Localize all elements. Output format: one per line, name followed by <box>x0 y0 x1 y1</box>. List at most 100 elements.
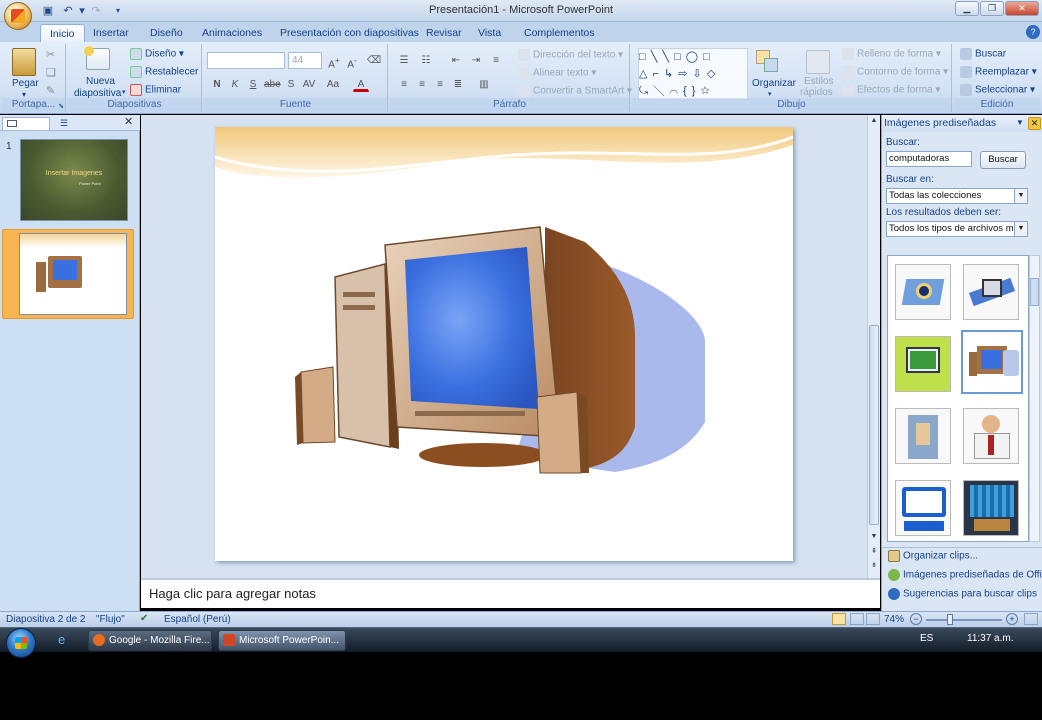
language-indicator[interactable]: Español (Perú) <box>164 614 231 625</box>
tab-vista[interactable]: Vista <box>469 24 510 42</box>
organize-clips-link[interactable]: Organizar clips... <box>888 550 978 562</box>
decrease-indent-icon[interactable]: ⇤ <box>448 52 464 68</box>
close-pane-icon[interactable]: ✕ <box>124 115 133 128</box>
align-center-icon[interactable]: ≡ <box>414 76 430 92</box>
copy-icon[interactable]: ❏ <box>46 66 56 79</box>
slide-vertical-scrollbar[interactable]: ▲ ▼ ⇞ ⇟ <box>867 115 880 580</box>
new-slide-label-1[interactable]: Nueva <box>86 76 115 87</box>
close-button[interactable]: ✕ <box>1005 1 1039 16</box>
shadow-icon[interactable]: S <box>283 76 299 92</box>
spellcheck-icon[interactable]: ✔ <box>140 613 148 624</box>
clip-result-7[interactable] <box>895 480 951 536</box>
font-color-icon[interactable]: A <box>353 76 369 92</box>
select-button[interactable]: Seleccionar ▾ <box>960 84 1035 96</box>
quick-styles-label-2[interactable]: rápidos <box>800 87 833 98</box>
shapes-gallery[interactable]: □ ╲ ╲ □ ◯ □ △ ⌐ ↳ ⇨ ⇩ ◇ ⤿ ╲ ⌒ { } ☆ <box>638 48 748 100</box>
task-pane-close-icon[interactable]: ✕ <box>1028 117 1041 130</box>
help-icon[interactable]: ? <box>1026 25 1040 39</box>
line-spacing-icon[interactable]: ≡ <box>488 52 504 68</box>
clip-result-6[interactable] <box>963 408 1019 464</box>
slide-canvas[interactable] <box>215 127 793 561</box>
tab-diseno[interactable]: Diseño <box>141 24 192 42</box>
zoom-slider-track[interactable] <box>926 619 1002 621</box>
replace-button[interactable]: Reemplazar ▾ <box>960 66 1037 78</box>
tab-outline[interactable]: ☰ <box>54 117 110 130</box>
arrange-icon[interactable] <box>756 50 782 74</box>
start-button[interactable] <box>6 628 36 658</box>
scroll-up-icon[interactable]: ▲ <box>869 117 879 127</box>
results-type-dropdown-icon[interactable]: ▼ <box>1014 222 1027 236</box>
font-name-combo[interactable] <box>207 52 285 69</box>
spacing-icon[interactable]: AV <box>301 76 317 92</box>
zoom-slider-thumb[interactable] <box>947 614 953 625</box>
normal-view-icon[interactable] <box>832 613 846 625</box>
redo-icon[interactable]: ↷ <box>88 3 104 18</box>
minimize-button[interactable]: ▁ <box>955 1 979 16</box>
system-clock[interactable]: 11:37 a.m. <box>967 633 1014 644</box>
tab-revisar[interactable]: Revisar <box>417 24 471 42</box>
clip-result-1[interactable] <box>895 264 951 320</box>
tab-presentacion[interactable]: Presentación con diapositivas <box>271 24 428 42</box>
slide-sorter-icon[interactable] <box>850 613 864 625</box>
delete-slide-button[interactable]: Eliminar <box>130 84 181 96</box>
fit-to-window-icon[interactable] <box>1024 613 1038 625</box>
office-clipart-link[interactable]: Imágenes prediseñadas de Office <box>888 569 1042 581</box>
office-button[interactable] <box>4 2 32 30</box>
clip-result-4-selected[interactable] <box>961 330 1023 394</box>
shape-outline-button[interactable]: Contorno de forma ▾ <box>842 66 948 78</box>
new-slide-dropdown-icon[interactable]: ▾ <box>122 88 126 96</box>
clear-format-icon[interactable]: ⌫ <box>366 52 382 68</box>
notes-pane[interactable]: Haga clic para agregar notas <box>141 578 880 608</box>
find-button[interactable]: Buscar <box>960 48 1006 60</box>
taskbar-firefox[interactable]: Google - Mozilla Fire... <box>88 630 212 651</box>
zoom-level[interactable]: 74% <box>884 614 904 625</box>
shrink-font-icon[interactable]: A- <box>344 52 360 70</box>
taskbar-powerpoint[interactable]: Microsoft PowerPoin... <box>218 630 346 651</box>
gallery-scrollbar[interactable] <box>1029 255 1040 542</box>
shape-effects-button[interactable]: Efectos de forma ▾ <box>842 84 940 96</box>
task-pane-menu-icon[interactable]: ▼ <box>1016 118 1024 127</box>
font-size-combo[interactable]: 44 <box>288 52 322 69</box>
clip-result-5[interactable] <box>895 408 951 464</box>
arrange-button[interactable]: Organizar <box>752 78 796 89</box>
search-in-select[interactable]: Todas las colecciones ▼ <box>886 188 1028 204</box>
grow-font-icon[interactable]: A+ <box>326 52 342 70</box>
slide-thumbnail-2[interactable] <box>19 233 127 315</box>
quick-styles-label-1[interactable]: Estilos <box>804 76 833 87</box>
paste-button[interactable]: Pegar <box>12 78 39 89</box>
slide-thumbnail-1[interactable]: Insertar Imagenes Power Point <box>20 139 128 221</box>
clipboard-launcher-icon[interactable]: ⬊ <box>58 102 64 110</box>
restore-button[interactable]: ❐ <box>980 1 1004 16</box>
format-painter-icon[interactable]: ✎ <box>46 84 55 97</box>
bold-icon[interactable]: N <box>209 76 225 92</box>
clip-result-8[interactable] <box>963 480 1019 536</box>
text-direction-button[interactable]: Dirección del texto ▾ <box>518 49 623 61</box>
ie-quicklaunch-icon[interactable]: e <box>58 632 65 647</box>
save-icon[interactable]: ▣ <box>40 3 56 18</box>
search-button[interactable]: Buscar <box>980 151 1026 169</box>
align-right-icon[interactable]: ≡ <box>432 76 448 92</box>
paste-icon[interactable] <box>12 48 36 76</box>
align-text-button[interactable]: Alinear texto ▾ <box>518 67 596 79</box>
underline-icon[interactable]: S <box>245 76 261 92</box>
tab-slides[interactable] <box>2 117 50 130</box>
align-left-icon[interactable]: ≡ <box>396 76 412 92</box>
smartart-button[interactable]: Convertir a SmartArt ▾ <box>518 85 632 97</box>
clip-result-2[interactable] <box>963 264 1019 320</box>
increase-indent-icon[interactable]: ⇥ <box>468 52 484 68</box>
justify-icon[interactable]: ≣ <box>450 76 466 92</box>
arrange-dropdown-icon[interactable]: ▾ <box>768 90 772 98</box>
slideshow-view-icon[interactable] <box>866 613 880 625</box>
tab-inicio[interactable]: Inicio <box>40 24 85 42</box>
change-case-icon[interactable]: Aa <box>325 76 341 92</box>
gallery-scroll-thumb[interactable] <box>1030 278 1039 306</box>
reset-button[interactable]: Restablecer <box>130 66 198 78</box>
zoom-in-icon[interactable]: + <box>1006 613 1018 625</box>
tab-animaciones[interactable]: Animaciones <box>193 24 271 42</box>
notes-placeholder[interactable]: Haga clic para agregar notas <box>149 586 316 601</box>
cut-icon[interactable]: ✂ <box>46 48 55 61</box>
italic-icon[interactable]: K <box>227 76 243 92</box>
bullets-icon[interactable]: ☰ <box>396 52 412 68</box>
results-type-select[interactable]: Todos los tipos de archivos mult ▼ <box>886 221 1028 237</box>
keyboard-language[interactable]: ES <box>920 633 933 644</box>
